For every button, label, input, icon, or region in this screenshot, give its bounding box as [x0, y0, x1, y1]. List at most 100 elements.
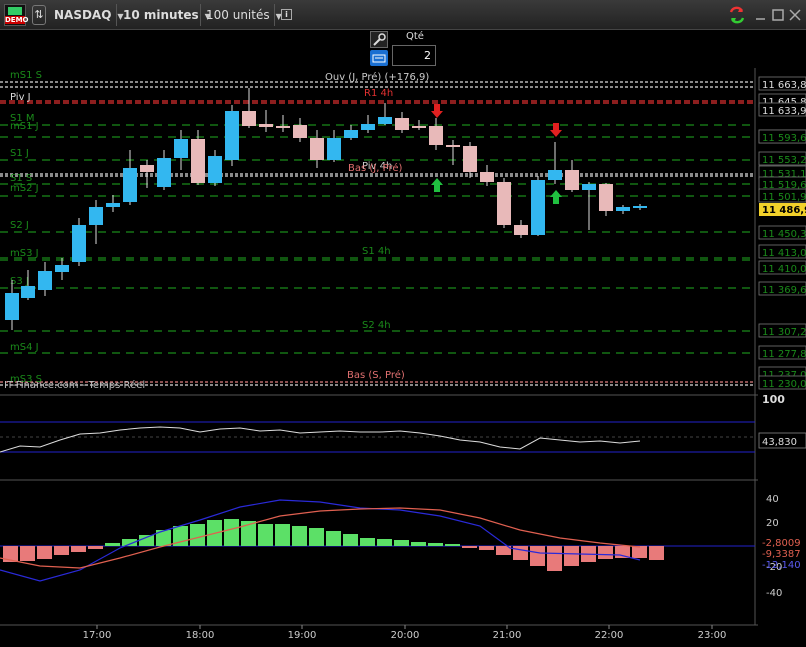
candle-down — [446, 145, 460, 147]
macd-value: -12,140 — [762, 560, 801, 571]
level-label: S1 4h — [362, 246, 391, 257]
macd-bar — [428, 543, 443, 546]
macd-bar — [598, 546, 613, 559]
sell-arrow-icon — [431, 104, 443, 118]
macd-bar — [309, 528, 324, 546]
candle-up — [582, 184, 596, 190]
time-tick-label: 23:00 — [698, 630, 727, 641]
macd-bar — [649, 546, 664, 560]
level-label-left: mS2 J — [10, 183, 39, 194]
macd-bar — [343, 534, 358, 546]
price-tag: 11 230,0 — [762, 379, 806, 390]
quantity-input[interactable]: 2 — [392, 45, 436, 66]
candle-up — [5, 293, 19, 320]
time-tick-label: 17:00 — [83, 630, 112, 641]
demo-label: DEMO — [5, 16, 29, 24]
time-tick-label: 22:00 — [595, 630, 624, 641]
macd-bar — [190, 524, 205, 546]
time-tick-label: 18:00 — [186, 630, 215, 641]
oscillator-scale-top: 100 — [762, 393, 785, 406]
price-tag: 11 450,3 — [762, 229, 806, 240]
level-label: R1 4h — [364, 88, 393, 99]
wrench-icon[interactable] — [370, 31, 388, 48]
candle-up — [361, 124, 375, 130]
macd-bar — [20, 546, 35, 561]
logo-shape-icon — [8, 7, 22, 15]
candle-down — [140, 165, 154, 172]
timeframe-label: 10 minutes — [123, 8, 199, 22]
price-tag: 11 663,8 — [762, 80, 806, 91]
macd-value: -9,3387 — [762, 549, 801, 560]
candle-down — [497, 182, 511, 225]
buy-arrow-icon — [550, 190, 562, 204]
price-tag: 11 553,2 — [762, 155, 806, 166]
price-tag: 11 307,2 — [762, 327, 806, 338]
time-tick-label: 21:00 — [493, 630, 522, 641]
maximize-icon[interactable] — [771, 8, 785, 22]
macd-bar — [479, 546, 494, 550]
candle-up — [327, 138, 341, 160]
candle-up — [55, 265, 69, 272]
macd-bar — [71, 546, 86, 552]
oscillator-line — [0, 426, 641, 453]
candle-up — [106, 203, 120, 207]
candle-down — [276, 126, 290, 128]
candle-down — [565, 170, 579, 190]
macd-axis-label: -40 — [766, 588, 782, 599]
macd-bar — [54, 546, 69, 555]
candle-down — [293, 125, 307, 138]
candle-down — [514, 225, 528, 235]
quick-order-panel: Qté 2 — [370, 30, 438, 68]
candle-up — [225, 111, 239, 160]
candle-down — [429, 126, 443, 145]
divider — [116, 4, 117, 26]
candle-up — [38, 271, 52, 290]
keyboard-icon[interactable] — [370, 50, 388, 66]
candle-down — [395, 118, 409, 130]
candle-up — [344, 130, 358, 138]
macd-bar — [411, 542, 426, 546]
price-tag: 11 369,6 — [762, 285, 806, 296]
level-label-left: mS1 S — [10, 70, 42, 81]
level-label: Ouv (J, Pré) (+176,9) — [325, 71, 429, 83]
info-icon[interactable]: i — [281, 9, 292, 20]
chart-canvas[interactable]: mS1 SPiv JS1 MmS1 JS1 JS1 SmS2 JS2 JmS3 … — [0, 68, 760, 643]
pivot-levels: mS1 SPiv JS1 MmS1 JS1 JS1 SmS2 JS2 JmS3 … — [0, 70, 755, 386]
timeframe-selector[interactable]: 10 minutes ▼ — [123, 4, 211, 26]
level-label-left: Piv J — [10, 92, 31, 103]
macd-bar — [139, 535, 154, 546]
units-label: 100 unités — [206, 8, 270, 22]
macd-bar — [564, 546, 579, 566]
level-label: S2 4h — [362, 320, 391, 331]
level-label-left: S1 J — [10, 148, 29, 159]
macd-axis-label: 20 — [766, 518, 779, 529]
current-price-tag: 11 486,9 — [762, 205, 806, 216]
macd-bar — [377, 539, 392, 546]
units-selector[interactable]: 100 unités ▼ — [206, 4, 282, 26]
level-label-left: S3 J — [10, 276, 29, 287]
buy-arrow-icon — [431, 178, 443, 192]
candle-up — [633, 206, 647, 208]
swap-icon[interactable]: ⇅ — [32, 5, 46, 25]
macd-bar — [445, 544, 460, 546]
macd-value: -2,8009 — [762, 538, 801, 549]
watermark: IT-Finance.com - Temps Réel — [4, 379, 145, 391]
demo-logo: DEMO — [4, 4, 29, 26]
refresh-icon[interactable] — [728, 6, 746, 24]
level-label-left: mS1 J — [10, 121, 39, 132]
top-toolbar: DEMO ⇅ NASDAQ ▼ 10 minutes ▼ 100 unités ▼ i — [0, 0, 806, 30]
macd-bar — [513, 546, 528, 560]
macd-bar — [224, 519, 239, 546]
instrument-label: NASDAQ — [54, 8, 112, 22]
close-icon[interactable] — [788, 8, 802, 22]
instrument-selector[interactable]: NASDAQ ▼ — [54, 4, 124, 26]
macd-bar — [394, 540, 409, 546]
price-tag: 11 501,9 — [762, 192, 806, 203]
qty-label: Qté — [406, 31, 424, 42]
price-tag: 11 593,6 — [762, 133, 806, 144]
macd-bar — [105, 543, 120, 546]
candle-up — [531, 180, 545, 235]
price-tag: 11 413,0 — [762, 248, 806, 259]
minimize-icon[interactable] — [754, 8, 768, 22]
oscillator-value: 43,830 — [762, 437, 797, 448]
